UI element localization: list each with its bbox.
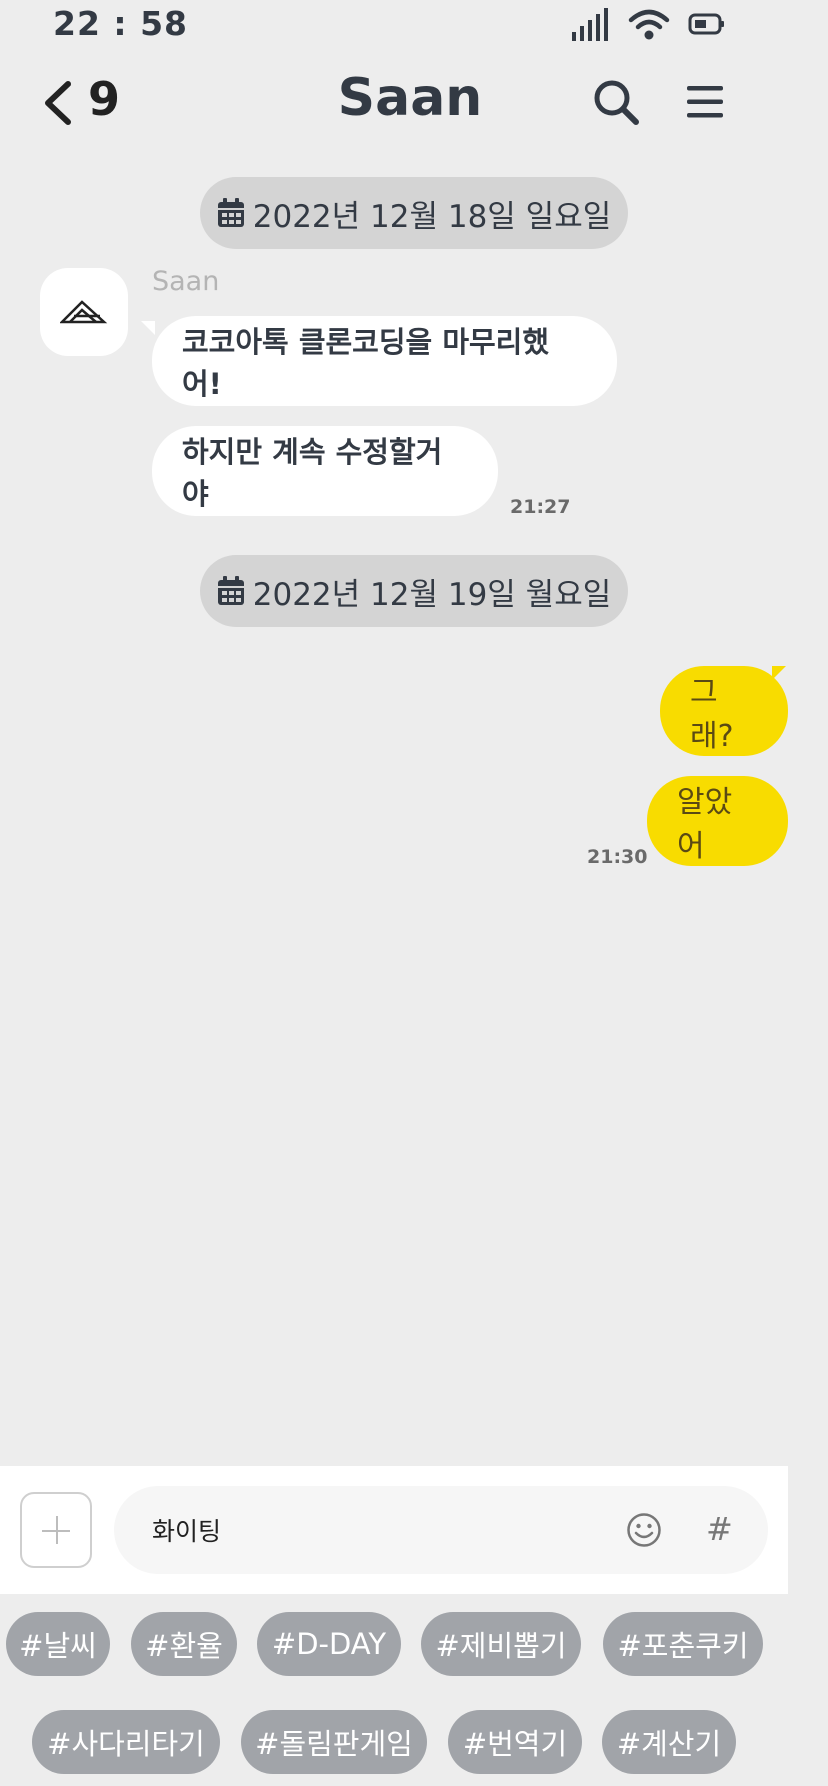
search-icon[interactable] — [592, 78, 640, 126]
tag-chip[interactable]: #포춘쿠키 — [603, 1612, 763, 1676]
message-text: 코코아톡 클론코딩을 마무리했어! — [182, 325, 550, 401]
message-bubble[interactable]: 하지만 계속 수정할거야 — [152, 426, 498, 516]
tag-chip[interactable]: #제비뽑기 — [421, 1612, 581, 1676]
emoji-icon[interactable] — [626, 1512, 662, 1548]
tag-chip[interactable]: #사다리타기 — [32, 1710, 220, 1774]
tag-chip[interactable]: #번역기 — [448, 1710, 582, 1774]
signal-icon — [572, 8, 608, 41]
calendar-icon — [217, 576, 244, 605]
tag-chip[interactable]: #날씨 — [6, 1612, 110, 1676]
message-bubble-sent[interactable]: 그래? — [660, 666, 788, 756]
hashtag-button[interactable]: # — [706, 1510, 733, 1548]
calendar-icon — [217, 198, 244, 227]
message-time: 21:27 — [510, 496, 571, 518]
date-divider: 2022년 12월 19일 월요일 — [200, 555, 628, 627]
date-text: 2022년 12월 18일 일요일 — [252, 198, 612, 235]
message-bubble[interactable]: 코코아톡 클론코딩을 마무리했어! — [152, 316, 617, 406]
sender-name: Saan — [152, 266, 220, 297]
message-text: 그래? — [690, 675, 734, 754]
message-time: 21:30 — [587, 846, 648, 868]
wifi-icon — [628, 9, 670, 40]
date-divider: 2022년 12월 18일 일요일 — [200, 177, 628, 249]
message-text: 알았어 — [677, 785, 733, 864]
tag-chip[interactable]: #D-DAY — [257, 1612, 401, 1676]
message-bubble-sent[interactable]: 알았어 — [647, 776, 788, 866]
menu-icon[interactable] — [686, 80, 724, 124]
date-text: 2022년 12월 19일 월요일 — [252, 576, 612, 613]
battery-icon — [688, 13, 724, 35]
status-time: 22 : 58 — [53, 4, 189, 43]
bubble-tail — [141, 321, 155, 335]
tag-chip[interactable]: #계산기 — [602, 1710, 736, 1774]
attach-button[interactable] — [20, 1492, 92, 1568]
message-text: 하지만 계속 수정할거야 — [182, 435, 443, 511]
avatar[interactable] — [40, 268, 128, 356]
message-input[interactable] — [114, 1486, 768, 1574]
logo-icon — [60, 300, 108, 324]
tag-chip[interactable]: #돌림판게임 — [241, 1710, 427, 1774]
tag-chip[interactable]: #환율 — [131, 1612, 237, 1676]
